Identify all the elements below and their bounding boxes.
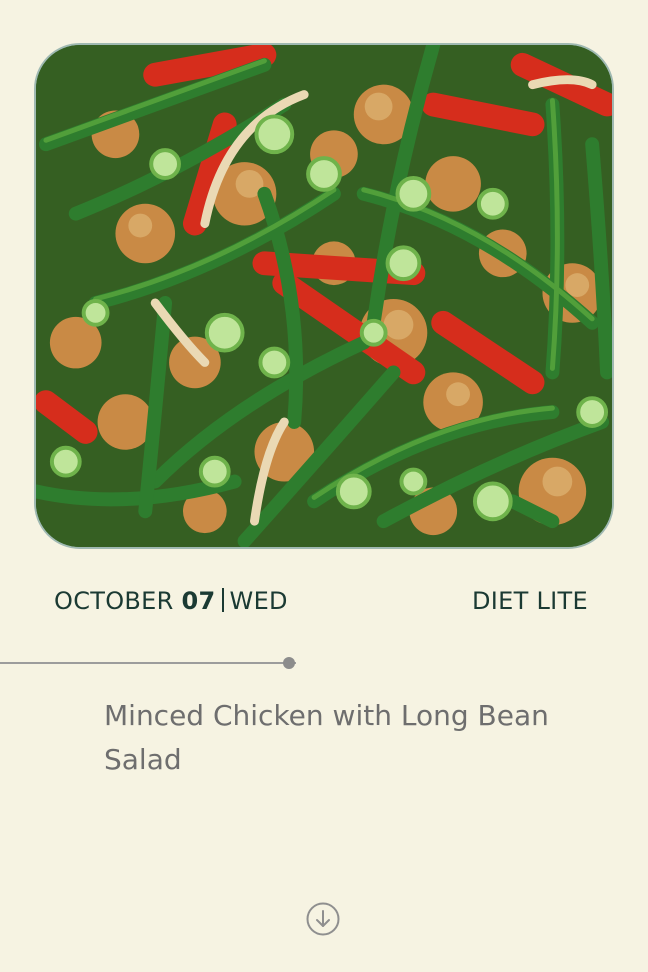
progress-dot bbox=[283, 657, 295, 669]
arrow-down-circle-icon[interactable] bbox=[306, 902, 340, 936]
date-day: 07 bbox=[181, 587, 216, 615]
meal-photo bbox=[34, 43, 614, 549]
date-divider bbox=[221, 588, 224, 612]
meal-date: OCTOBER 07 WED bbox=[54, 587, 288, 615]
meal-title: Minced Chicken with Long Bean Salad bbox=[104, 699, 549, 776]
diet-plan-label: DIET LITE bbox=[472, 587, 588, 615]
date-row: OCTOBER 07 WED DIET LITE bbox=[54, 587, 588, 619]
progress-line bbox=[0, 662, 296, 664]
date-month: OCTOBER bbox=[54, 587, 174, 615]
date-weekday: WED bbox=[229, 587, 288, 615]
